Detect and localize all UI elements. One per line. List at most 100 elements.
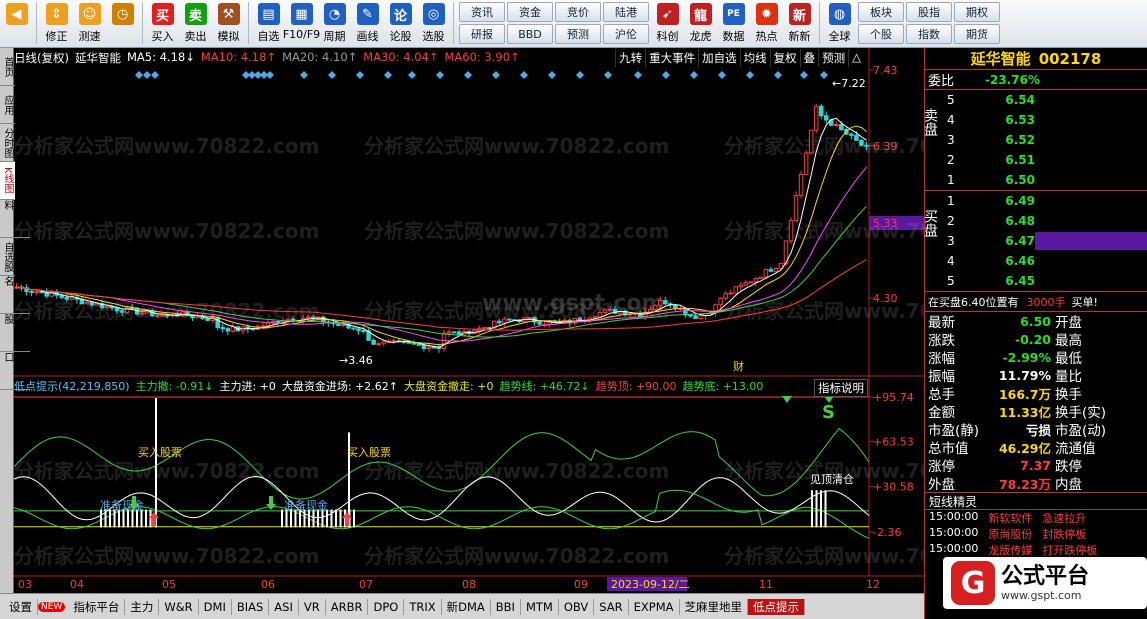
chart-menu-item-5[interactable]: 叠 bbox=[799, 49, 819, 67]
main-chart-title: 日线(复权) 延华智能 MA5: 4.18↓ MA10: 4.18↑ MA20:… bbox=[14, 50, 520, 66]
bottom-tab-8[interactable]: VR bbox=[299, 598, 326, 615]
toolbar-right-button-4[interactable]: 新新新 bbox=[783, 2, 816, 46]
bottom-tab-6[interactable]: BIAS bbox=[232, 598, 270, 615]
event-diamond-icon bbox=[492, 71, 500, 79]
bottom-tab-7[interactable]: ASI bbox=[269, 598, 299, 615]
toolbar-button-8[interactable]: ▦ F10/F9 bbox=[283, 2, 320, 46]
toolbar-button-10[interactable]: ✎ 画线 bbox=[351, 2, 384, 46]
chart-menu-item-2[interactable]: 加自选 bbox=[698, 49, 740, 67]
bottom-tab-16[interactable]: SAR bbox=[594, 598, 629, 615]
candle-body bbox=[305, 316, 311, 319]
toolbar-button-11[interactable]: 论论股 bbox=[384, 2, 417, 46]
buy-row-1[interactable]: 2 6.48 bbox=[925, 211, 1147, 231]
grid1-button-6[interactable]: 预测 bbox=[555, 24, 601, 44]
sell-row-2[interactable]: 3 6.52 bbox=[925, 130, 1147, 150]
left-tab-2[interactable]: 分时图 bbox=[0, 124, 15, 162]
bottom-tab-12[interactable]: 新DMA bbox=[442, 598, 491, 615]
toolbar-right-button-3[interactable]: ✹ 热点 bbox=[750, 2, 783, 46]
grid2-button-2[interactable]: 期权 bbox=[954, 2, 1000, 22]
grid1-button-1[interactable]: 资金 bbox=[507, 2, 553, 22]
chart-menu-item-6[interactable]: 预测 bbox=[818, 49, 848, 67]
toolbar-button-12[interactable]: ◎ 选股 bbox=[417, 2, 450, 46]
chart-canvas[interactable]: 7.436.395.334.30分析家公式网www.70822.com 分析家公式… bbox=[13, 48, 1029, 593]
chart-menu-item-1[interactable]: 重大事件 bbox=[645, 49, 698, 67]
grid2-button-0[interactable]: 板块 bbox=[858, 2, 904, 22]
buy-row-0[interactable]: 1 6.49 bbox=[925, 191, 1147, 211]
candle-body bbox=[748, 281, 754, 284]
date-label: 09 bbox=[574, 578, 588, 591]
toolbar-button-3[interactable]: ◷ bbox=[106, 2, 139, 46]
grid1-button-5[interactable]: BBD bbox=[507, 24, 553, 44]
chart-menu-item-7[interactable]: △ bbox=[848, 49, 864, 67]
toolbar-right-button-5[interactable]: ◍ 全球 bbox=[823, 2, 856, 46]
candle-body bbox=[195, 316, 200, 319]
buy-row-3[interactable]: 4 6.46 bbox=[925, 251, 1147, 271]
left-tab-1[interactable]: 应用 bbox=[0, 86, 15, 124]
toolbar-button-9[interactable]: ◔ 周期 bbox=[318, 2, 351, 46]
order-note: 在买盘6.40位置有 bbox=[928, 295, 1019, 309]
grid1-button-0[interactable]: 资讯 bbox=[459, 2, 505, 22]
left-tab-0[interactable]: 首页 bbox=[0, 48, 15, 86]
grid2-button-5[interactable]: 期货 bbox=[954, 24, 1000, 44]
event-diamond-icon bbox=[746, 71, 754, 79]
bottom-tab-4[interactable]: W&R bbox=[159, 598, 199, 615]
chart-menu-item-0[interactable]: 九转 bbox=[615, 49, 645, 67]
grid2-button-3[interactable]: 个股 bbox=[858, 24, 904, 44]
toolbar-label-11: 论股 bbox=[389, 30, 412, 43]
toolbar-button-7[interactable]: ▤ 自选 bbox=[252, 2, 285, 46]
sell-row-4[interactable]: 1 6.50 bbox=[925, 170, 1147, 190]
gspt-logo: G 公式平台 www.gspt.com bbox=[943, 557, 1147, 609]
grid2-button-1[interactable]: 股指 bbox=[906, 2, 952, 22]
short-row-1[interactable]: 15:00:00 原尚股份 封跌停板 bbox=[925, 526, 1147, 542]
buy-row-4[interactable]: 5 6.45 bbox=[925, 271, 1147, 291]
bottom-tab-11[interactable]: TRIX bbox=[404, 598, 442, 615]
toolbar-button-0[interactable]: ◀ bbox=[0, 2, 33, 46]
toolbar-right-button-2[interactable]: PE 数据 bbox=[717, 2, 750, 46]
bottom-tab-9[interactable]: ARBR bbox=[326, 598, 369, 615]
bottom-tab-3[interactable]: 主力 bbox=[125, 598, 160, 615]
bottom-tab-2[interactable]: 指标平台 bbox=[68, 598, 126, 615]
watermark-gspt: www.gspt.com bbox=[482, 291, 664, 316]
buy-row-2[interactable]: 3 6.47 bbox=[925, 231, 1147, 251]
chart-menu-item-4[interactable]: 复权 bbox=[769, 49, 800, 67]
toolbar-button-5[interactable]: 卖卖出 bbox=[179, 2, 212, 46]
sell-row-0[interactable]: 5 6.54 bbox=[925, 90, 1147, 110]
short-row-2[interactable]: 15:00:00 龙版传媒 打开跌停板 bbox=[925, 542, 1147, 558]
indicator-help-button[interactable]: 指标说明 bbox=[814, 379, 868, 397]
bottom-tab-10[interactable]: DPO bbox=[368, 598, 405, 615]
candle-body bbox=[446, 331, 452, 334]
chart-menu-item-3[interactable]: 均线 bbox=[739, 49, 770, 67]
bottom-tab-17[interactable]: EXPMA bbox=[629, 598, 680, 615]
candle-body bbox=[773, 267, 779, 272]
indicator-annotation-3: 准备现金 bbox=[284, 498, 328, 512]
bottom-tab-0[interactable]: 设置 bbox=[4, 598, 38, 615]
toolbar-button-1[interactable]: ⇕ 修正 bbox=[40, 2, 73, 46]
short-event: 封跌停板 bbox=[1042, 528, 1087, 541]
bottom-tab-14[interactable]: MTM bbox=[521, 598, 559, 615]
kline-chart-area[interactable]: 7.43 6.39 5.33 4.30 分析家公式网www.70822.com 分析家公式… bbox=[13, 48, 1029, 593]
grid1-button-7[interactable]: 沪伦 bbox=[603, 24, 649, 44]
toolbar-button-4[interactable]: 买买入 bbox=[146, 2, 179, 46]
left-tab-5[interactable]: 自选股 bbox=[0, 238, 15, 276]
toolbar-button-2[interactable]: ☺ 测速 bbox=[73, 2, 106, 46]
bottom-tab-13[interactable]: BBI bbox=[491, 598, 521, 615]
grid2-button-4[interactable]: 指数 bbox=[906, 24, 952, 44]
bottom-tab-15[interactable]: OBV bbox=[559, 598, 595, 615]
grid1-button-2[interactable]: 竞价 bbox=[555, 2, 601, 22]
sell-row-3[interactable]: 2 6.51 bbox=[925, 150, 1147, 170]
bottom-tab-5[interactable]: DMI bbox=[199, 598, 232, 615]
toolbar-button-6[interactable]: ⚒ 模拟 bbox=[212, 2, 245, 46]
candle-body bbox=[341, 324, 346, 327]
buy-price: 6.49 bbox=[1005, 194, 1035, 208]
candle-body bbox=[336, 323, 341, 327]
grid1-button-4[interactable]: 研报 bbox=[459, 24, 505, 44]
quote-key: 外盘 bbox=[928, 477, 955, 493]
short-row-0[interactable]: 15:00:00 新软软件 急速拉升 bbox=[925, 510, 1147, 526]
sell-row-1[interactable]: 4 6.53 bbox=[925, 110, 1147, 130]
toolbar-right-button-1[interactable]: 龍龙虎 bbox=[684, 2, 717, 46]
bottom-tab-19[interactable]: 低点提示 bbox=[748, 598, 806, 615]
toolbar-right-button-0[interactable]: ➹ 科创 bbox=[651, 2, 684, 46]
bottom-tab-18[interactable]: 芝麻里地里 bbox=[680, 598, 749, 615]
grid1-button-3[interactable]: 陆港 bbox=[603, 2, 649, 22]
left-tab-3[interactable]: K线图 bbox=[0, 162, 15, 200]
